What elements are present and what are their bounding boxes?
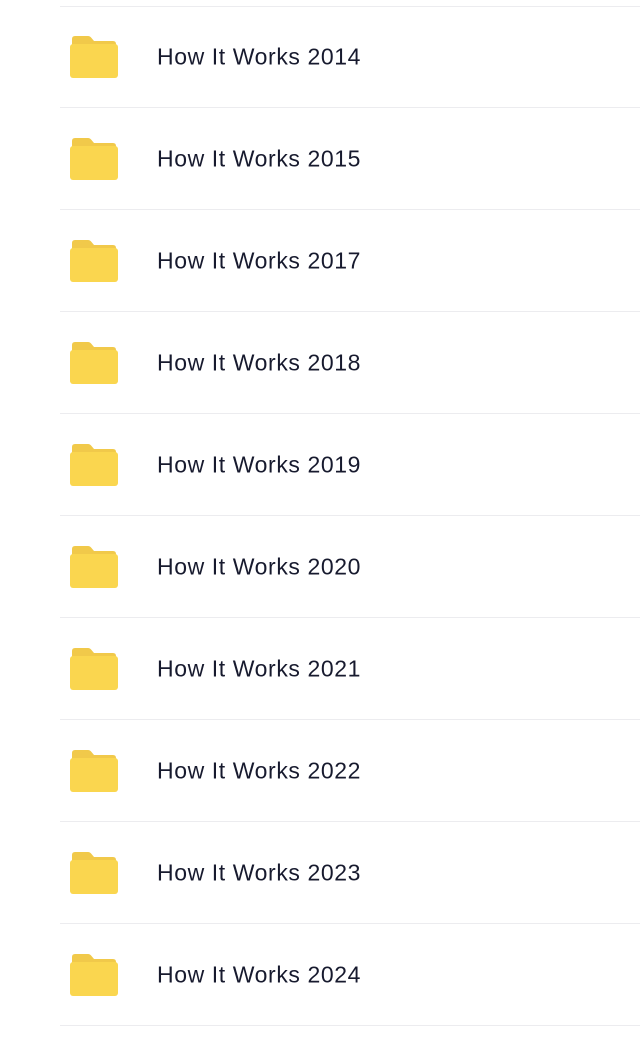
folder-icon bbox=[70, 648, 118, 690]
folder-icon bbox=[70, 852, 118, 894]
folder-list: How It Works 2014 How It Works 2015 How … bbox=[0, 0, 640, 1040]
folder-row-how-it-works-2018[interactable]: How It Works 2018 bbox=[0, 312, 640, 414]
folder-name: How It Works 2020 bbox=[157, 553, 362, 580]
folder-icon bbox=[70, 750, 118, 792]
folder-icon bbox=[70, 546, 118, 588]
folder-row-how-it-works-2024[interactable]: How It Works 2024 bbox=[0, 924, 640, 1026]
folder-row-how-it-works-2020[interactable]: How It Works 2020 bbox=[0, 516, 640, 618]
folder-name: How It Works 2017 bbox=[157, 247, 362, 274]
folder-icon bbox=[70, 36, 118, 78]
folder-row-how-it-works-2015[interactable]: How It Works 2015 bbox=[0, 108, 640, 210]
folder-row-how-it-works-2019[interactable]: How It Works 2019 bbox=[0, 414, 640, 516]
folder-row-how-it-works-2014[interactable]: How It Works 2014 bbox=[0, 6, 640, 108]
folder-name: How It Works 2015 bbox=[157, 145, 362, 172]
folder-icon bbox=[70, 954, 118, 996]
folder-name: How It Works 2021 bbox=[157, 655, 362, 682]
folder-icon bbox=[70, 138, 118, 180]
folder-name: How It Works 2022 bbox=[157, 757, 362, 784]
divider bbox=[60, 1025, 640, 1026]
folder-name: How It Works 2014 bbox=[157, 43, 362, 70]
folder-name: How It Works 2018 bbox=[157, 349, 362, 376]
folder-name: How It Works 2019 bbox=[157, 451, 362, 478]
folder-icon bbox=[70, 342, 118, 384]
folder-name: How It Works 2024 bbox=[157, 961, 362, 988]
folder-name: How It Works 2023 bbox=[157, 859, 362, 886]
folder-icon bbox=[70, 240, 118, 282]
folder-row-how-it-works-2021[interactable]: How It Works 2021 bbox=[0, 618, 640, 720]
folder-row-how-it-works-2023[interactable]: How It Works 2023 bbox=[0, 822, 640, 924]
folder-row-how-it-works-2022[interactable]: How It Works 2022 bbox=[0, 720, 640, 822]
folder-row-how-it-works-2017[interactable]: How It Works 2017 bbox=[0, 210, 640, 312]
folder-icon bbox=[70, 444, 118, 486]
